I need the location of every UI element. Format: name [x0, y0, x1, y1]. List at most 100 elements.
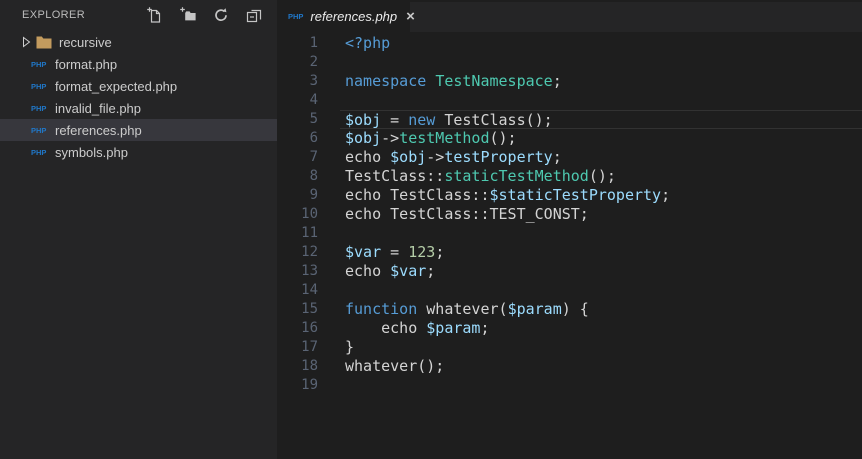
code-text: echo $param;: [340, 319, 862, 338]
item-label: symbols.php: [55, 144, 128, 160]
token-plain: echo TestClass::: [345, 186, 490, 204]
code-text: echo $obj->testProperty;: [340, 148, 862, 167]
code-text: }: [340, 338, 862, 357]
token-plain: ;: [435, 243, 445, 261]
line-number: 2: [309, 54, 318, 70]
explorer-title: EXPLORER: [22, 8, 86, 21]
php-file-icon: PHP: [31, 59, 47, 69]
line-number: 7: [309, 149, 318, 165]
token-plain: whatever(: [417, 300, 508, 318]
php-file-icon: PHP: [31, 81, 47, 91]
code-line-17[interactable]: 17}: [277, 338, 862, 357]
item-label: invalid_file.php: [55, 100, 142, 116]
close-icon[interactable]: ×: [404, 9, 417, 24]
code-text: whatever();: [340, 357, 862, 376]
code-line-10[interactable]: 10 echo TestClass::TEST_CONST;: [277, 205, 862, 224]
code-editor[interactable]: 1 <?php 2 3 namespace TestNamespace; 4 5 $obj =…: [277, 32, 862, 459]
token-plain: ;: [480, 319, 490, 337]
code-line-19[interactable]: 19: [277, 376, 862, 395]
line-number: 6: [309, 130, 318, 146]
explorer-sidebar: EXPLORER recursive PHP format.php PHP fo…: [0, 0, 277, 459]
line-number: 18: [301, 358, 318, 374]
token-plain: TestClass::: [345, 167, 445, 185]
tab-references-php[interactable]: PHP references.php ×: [277, 0, 415, 32]
token-kw: new: [408, 111, 436, 129]
token-var: $param: [426, 319, 481, 337]
token-var: $obj: [390, 148, 427, 166]
token-var: $obj: [345, 129, 382, 147]
php-file-icon: PHP: [288, 11, 304, 21]
item-label: format.php: [55, 56, 118, 72]
code-line-1[interactable]: 1 <?php: [277, 34, 862, 53]
token-plain: TestClass();: [435, 111, 553, 129]
code-line-15[interactable]: 15 function whatever($param) {: [277, 300, 862, 319]
code-line-9[interactable]: 9 echo TestClass::$staticTestProperty;: [277, 186, 862, 205]
code-line-3[interactable]: 3 namespace TestNamespace;: [277, 72, 862, 91]
token-plain: ;: [552, 72, 562, 90]
refresh-icon[interactable]: [213, 7, 229, 23]
item-label: references.php: [55, 122, 142, 138]
token-var: $obj: [345, 111, 382, 129]
new-folder-icon[interactable]: [180, 6, 196, 23]
code-text: TestClass::staticTestMethod();: [340, 167, 862, 186]
tree-file-format_expected-php[interactable]: PHP format_expected.php: [0, 75, 277, 97]
token-plain: ->: [381, 129, 400, 147]
token-var: $staticTestProperty: [489, 186, 662, 204]
token-plain: ->: [426, 148, 445, 166]
php-file-icon: PHP: [31, 125, 47, 135]
token-plain: =: [381, 111, 409, 129]
token-plain: ;: [426, 262, 436, 280]
tree-file-symbols-php[interactable]: PHP symbols.php: [0, 141, 277, 163]
code-line-4[interactable]: 4: [277, 91, 862, 110]
code-text: function whatever($param) {: [340, 300, 862, 319]
tab-bar: PHP references.php ×: [277, 0, 862, 32]
token-plain: echo: [345, 148, 391, 166]
code-line-7[interactable]: 7 echo $obj->testProperty;: [277, 148, 862, 167]
tree-file-format-php[interactable]: PHP format.php: [0, 53, 277, 75]
token-plain: whatever();: [345, 357, 445, 375]
line-number: 10: [301, 206, 318, 222]
line-number: 12: [301, 244, 318, 260]
php-file-icon: PHP: [31, 147, 47, 157]
tree-file-references-php[interactable]: PHP references.php: [0, 119, 277, 141]
line-number: 5: [309, 111, 318, 127]
line-number: 8: [309, 168, 318, 184]
token-var: $var: [390, 262, 427, 280]
code-text: $var = 123;: [340, 243, 862, 262]
code-line-13[interactable]: 13 echo $var;: [277, 262, 862, 281]
code-line-11[interactable]: 11: [277, 224, 862, 243]
token-var: testProperty: [444, 148, 553, 166]
line-number: 17: [301, 339, 318, 355]
code-text: echo $var;: [340, 262, 862, 281]
token-plain: ;: [552, 148, 562, 166]
line-number: 1: [309, 35, 318, 51]
line-number: 3: [309, 73, 318, 89]
code-line-14[interactable]: 14: [277, 281, 862, 300]
code-line-8[interactable]: 8 TestClass::staticTestMethod();: [277, 167, 862, 186]
code-line-2[interactable]: 2: [277, 53, 862, 72]
token-num: 123: [408, 243, 436, 261]
code-line-6[interactable]: 6 $obj->testMethod();: [277, 129, 862, 148]
code-line-18[interactable]: 18 whatever();: [277, 357, 862, 376]
chevron-right-icon[interactable]: [21, 36, 31, 48]
code-line-12[interactable]: 12 $var = 123;: [277, 243, 862, 262]
token-plain: echo TestClass::TEST_CONST;: [345, 205, 589, 223]
code-line-5[interactable]: 5 $obj = new TestClass();: [277, 110, 862, 129]
tree-file-invalid_file-php[interactable]: PHP invalid_file.php: [0, 97, 277, 119]
code-text: $obj = new TestClass();: [340, 110, 862, 129]
item-label: format_expected.php: [55, 78, 178, 94]
tree-folder-recursive[interactable]: recursive: [0, 31, 277, 53]
collapse-all-icon[interactable]: [246, 7, 262, 23]
line-number: 16: [301, 320, 318, 336]
new-file-icon[interactable]: [147, 6, 163, 23]
token-plain: ) {: [561, 300, 589, 318]
code-line-16[interactable]: 16 echo $param;: [277, 319, 862, 338]
token-plain: =: [381, 243, 409, 261]
token-kw: namespace: [345, 72, 427, 90]
line-number: 4: [309, 92, 318, 108]
